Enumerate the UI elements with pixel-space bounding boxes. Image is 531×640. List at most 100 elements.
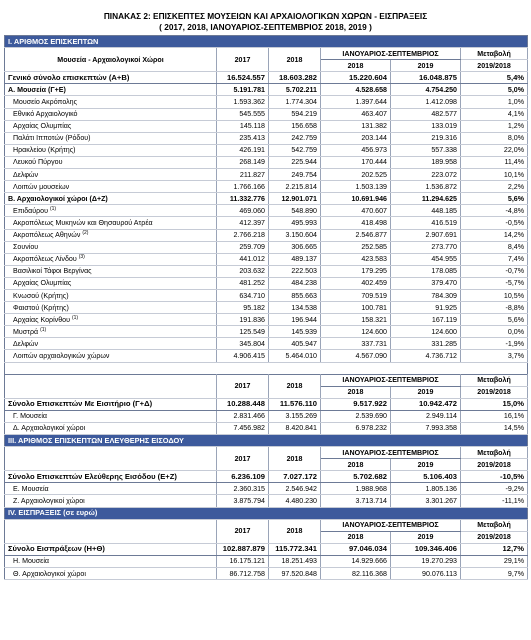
value-jan-sep-2018: 9.517.922: [320, 397, 391, 411]
value-2018: 97.520.848: [268, 567, 321, 581]
header-label-cell: [4, 518, 217, 544]
value-jan-sep-2019: 178.085: [390, 265, 461, 278]
row-label: Ακροπόλεως Αθηνών (2): [4, 229, 217, 242]
section-title: ΙΙΙ. ΑΡΙΘΜΟΣ ΕΠΙΣΚΕΠΤΩΝ ΕΛΕΥΘΕΡΗΣ ΕΙΣΟΔΟ…: [4, 434, 528, 448]
value-2018: 249.754: [268, 168, 321, 182]
header-change-years: 2019/2018: [460, 59, 529, 73]
value-jan-sep-2019: 109.346.406: [390, 542, 461, 556]
footnote-marker: (1): [49, 205, 57, 212]
value-jan-sep-2019: 223.072: [390, 168, 461, 182]
header-row: 2017 2018 ΙΑΝΟΥΑΡΙΟΣ-ΣΕΠΤΕΜΒΡΙΟΣ Μεταβολή: [4, 518, 529, 544]
value-2018: 1.774.304: [268, 95, 321, 109]
value-jan-sep-2018: 4.528.658: [320, 83, 391, 97]
value-2018: 222.503: [268, 265, 321, 278]
row-label-text: Λευκού Πύργου: [13, 158, 63, 167]
header-row: 2017 2018 ΙΑΝΟΥΑΡΙΟΣ-ΣΕΠΤΕΜΒΡΙΟΣ Μεταβολή: [4, 373, 529, 399]
table-row: Αρχαίας Ολυμπίας 481.252 484.238 402.459 379…: [4, 277, 529, 290]
value-jan-sep-2019: 1.536.872: [390, 180, 461, 194]
value-2018: 4.480.230: [268, 494, 321, 508]
value-2017: 441.012: [216, 253, 269, 266]
value-jan-sep-2018: 158.321: [320, 313, 391, 327]
value-2018: 2.215.814: [268, 180, 321, 194]
value-2017: 5.191.781: [216, 83, 269, 97]
row-label: Γενικό σύνολο επισκεπτών (Α+Β): [4, 71, 217, 85]
table-subtitle: ( 2017, 2018, ΙΑΝΟΥΑΡΙΟΣ-ΣΕΠΤΕΜΒΡΙΟΣ 201…: [159, 22, 372, 32]
value-2017: 16.524.557: [216, 71, 269, 85]
value-change: -1,9%: [460, 337, 529, 351]
row-label: Σύνολο Επισκεπτών Ελεύθερης Εισόδου (Ε+Ζ…: [4, 470, 217, 484]
row-label: Η. Μουσεία: [4, 555, 217, 569]
table-row: Θ. Αρχαιολογικοί χώροι 86.712.758 97.520.8…: [4, 567, 529, 581]
table-row: Ακροπόλεως Μυκηνών και Θησαυρού Ατρέα 412…: [4, 216, 529, 230]
value-jan-sep-2019: 7.993.358: [390, 422, 461, 436]
table-row: Λοιπών αρχαιολογικών χώρων 4.906.415 5.464…: [4, 349, 529, 363]
section-header: Ι. ΑΡΙΘΜΟΣ ΕΠΙΣΚΕΠΤΩΝ: [4, 35, 528, 49]
value-jan-sep-2018: 1.397.644: [320, 95, 391, 109]
footnote-marker: (2): [82, 230, 89, 237]
section-header: ΙΙΙ. ΑΡΙΘΜΟΣ ΕΠΙΣΚΕΠΤΩΝ ΕΛΕΥΘΕΡΗΣ ΕΙΣΟΔΟ…: [4, 434, 528, 448]
header-2017: 2017: [216, 446, 269, 472]
value-change: -0,5%: [460, 216, 529, 230]
header-row: 2017 2018 ΙΑΝΟΥΑΡΙΟΣ-ΣΕΠΤΕΜΒΡΙΟΣ Μεταβολή: [4, 446, 529, 472]
value-change: 7,4%: [460, 253, 529, 266]
header-label-cell: [4, 446, 217, 472]
table-row: Ζ. Αρχαιολογικοί χώροι 3.875.794 4.480.230…: [4, 494, 529, 508]
row-label-text: Ακροπόλεως Λίνδου: [13, 255, 77, 264]
value-jan-sep-2018: 97.046.034: [320, 542, 391, 556]
row-label: Εθνικό Αρχαιολογικό: [4, 108, 217, 121]
value-2018: 594.219: [268, 108, 321, 121]
row-label-text: Λοιπών μουσείων: [13, 182, 70, 191]
value-2018: 12.901.071: [268, 192, 321, 206]
footnote-marker: (1): [40, 326, 47, 333]
value-2018: 196.944: [268, 313, 321, 327]
value-2018: 18.603.282: [268, 71, 321, 85]
row-label: Γ. Μουσεία: [4, 410, 217, 423]
value-change: 29,1%: [460, 555, 529, 569]
value-2018: 495.993: [268, 216, 321, 230]
value-2017: 1.593.362: [216, 95, 269, 109]
value-2018: 855.663: [268, 289, 321, 303]
value-2018: 134.538: [268, 301, 321, 315]
row-label-text: Λοιπών αρχαιολογικών χώρων: [13, 351, 110, 360]
row-label-text: Ακροπόλεως Αθηνών: [13, 231, 81, 240]
table-title: ΠΙΝΑΚΑΣ 2: ΕΠΙΣΚΕΠΤΕΣ ΜΟΥΣΕΙΩΝ ΚΑΙ ΑΡΧΑΙ…: [103, 11, 428, 21]
row-label: Ακροπόλεως Μυκηνών και Θησαυρού Ατρέα: [4, 216, 217, 230]
row-label-text: Αρχαίας Κορίνθου: [13, 315, 70, 324]
value-2018: 115.772.341: [268, 542, 321, 556]
value-2017: 412.397: [216, 216, 269, 230]
row-label: Παλάτι Ιπποτών (Ρόδου): [4, 132, 217, 145]
row-label-text: Σύνολο Εισπράξεων (Η+Θ): [8, 544, 105, 554]
value-jan-sep-2018: 252.585: [320, 241, 391, 254]
value-2017: 481.252: [216, 277, 269, 290]
row-label: Λοιπών αρχαιολογικών χώρων: [4, 349, 217, 363]
row-label-text: Δ. Αρχαιολογικοί χώροι: [13, 424, 86, 433]
value-2017: 11.332.776: [216, 192, 269, 206]
value-jan-sep-2019: 2.907.691: [390, 229, 461, 242]
value-2018: 5.702.211: [268, 83, 321, 97]
header-2018: 2018: [268, 446, 321, 472]
header-period: ΙΑΝΟΥΑΡΙΟΣ-ΣΕΠΤΕΜΒΡΙΟΣ: [320, 518, 461, 532]
value-2017: 2.360.315: [216, 482, 269, 496]
value-change: -5,7%: [460, 277, 529, 290]
table-row: Ακροπόλεως Αθηνών (2) 2.766.218 3.150.604 2…: [4, 229, 529, 242]
value-jan-sep-2019: 557.338: [390, 144, 461, 157]
value-2017: 3.875.794: [216, 494, 269, 508]
value-2017: 16.175.121: [216, 555, 269, 569]
value-2018: 2.546.942: [268, 482, 321, 496]
value-jan-sep-2018: 6.978.232: [320, 422, 391, 436]
row-label-text: Σύνολο Επισκεπτών Ελεύθερης Εισόδου (Ε+Ζ…: [8, 471, 177, 481]
value-change: -4,8%: [460, 204, 529, 218]
value-change: 2,2%: [460, 180, 529, 194]
section-title: Ι. ΑΡΙΘΜΟΣ ΕΠΙΣΚΕΠΤΩΝ: [4, 35, 528, 49]
value-2018: 484.238: [268, 277, 321, 290]
table-row: Δελφών 211.827 249.754 202.525 223.072 10,1%: [4, 168, 529, 182]
value-jan-sep-2019: 416.519: [390, 216, 461, 230]
row-label-text: Ε. Μουσεία: [13, 484, 49, 493]
table-row: Λοιπών μουσείων 1.766.166 2.215.814 1.503.1…: [4, 180, 529, 194]
value-2017: 10.288.448: [216, 397, 269, 411]
row-label-text: Αρχαίας Ολυμπίας: [13, 122, 72, 131]
value-2017: 345.804: [216, 337, 269, 351]
value-2018: 11.576.110: [268, 397, 321, 411]
value-jan-sep-2019: 1.412.098: [390, 95, 461, 109]
header-period-2019: 2019: [390, 385, 461, 399]
